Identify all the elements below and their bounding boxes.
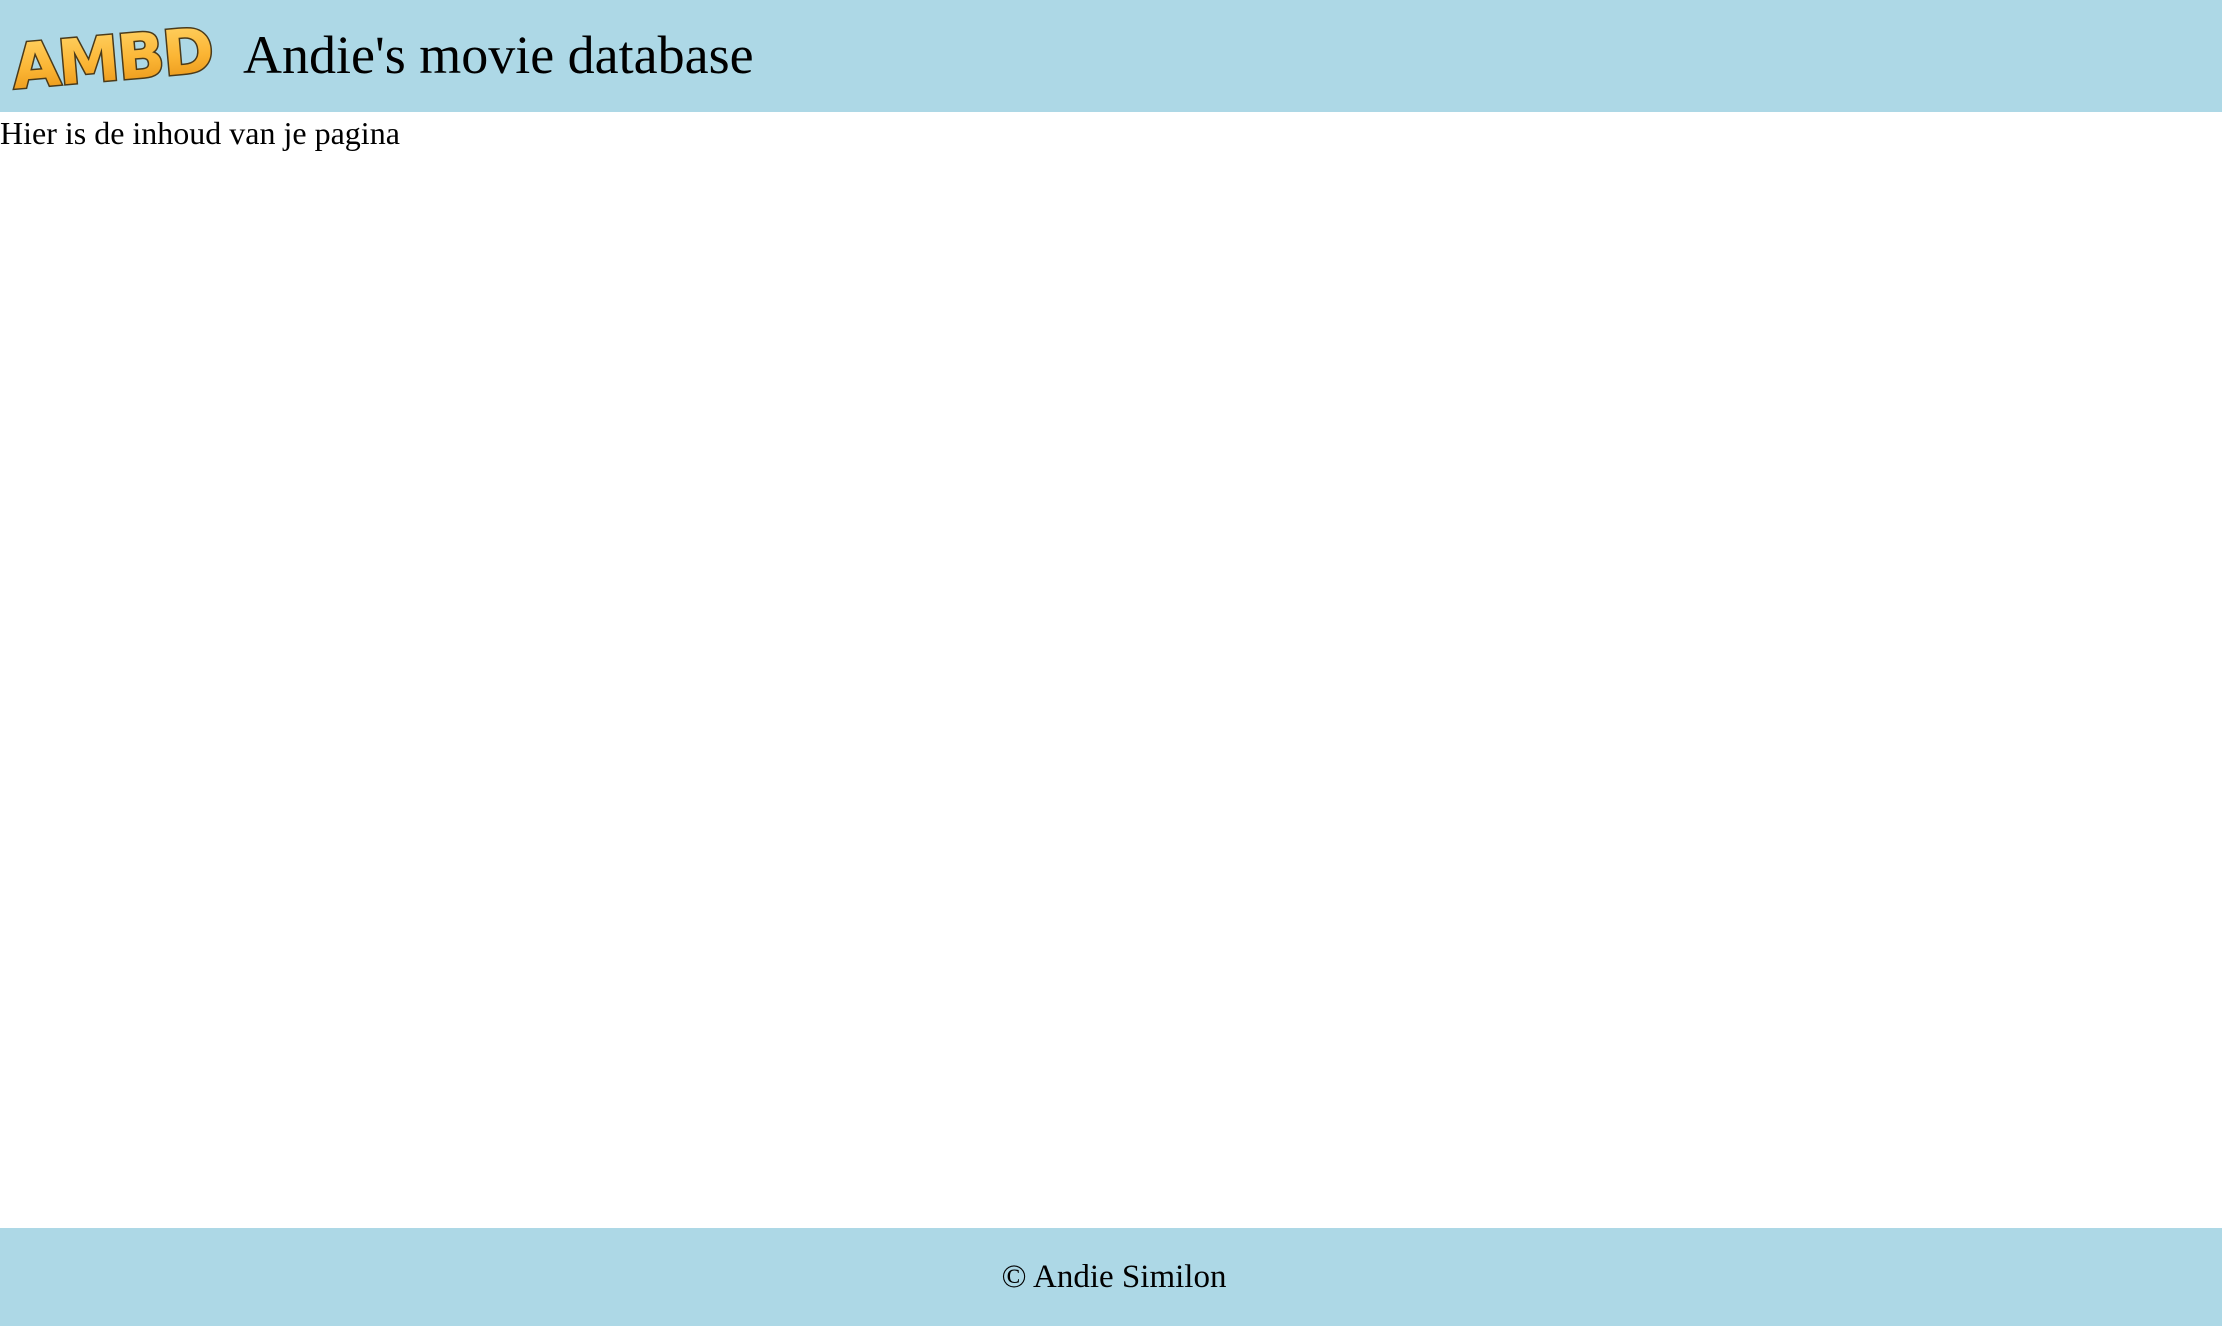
page-title: Andie's movie database: [243, 25, 754, 85]
main-content: Hier is de inhoud van je pagina: [0, 112, 2222, 1228]
site-footer: © Andie Similon: [0, 1228, 2222, 1326]
site-header: AMBD Andie's movie database: [0, 0, 2222, 112]
logo-text: AMBD: [10, 24, 214, 94]
footer-copyright: © Andie Similon: [1001, 1259, 1227, 1295]
site-logo[interactable]: AMBD: [10, 24, 214, 94]
content-text: Hier is de inhoud van je pagina: [0, 115, 400, 151]
page: AMBD Andie's movie database Hier is de i…: [0, 0, 2222, 1326]
